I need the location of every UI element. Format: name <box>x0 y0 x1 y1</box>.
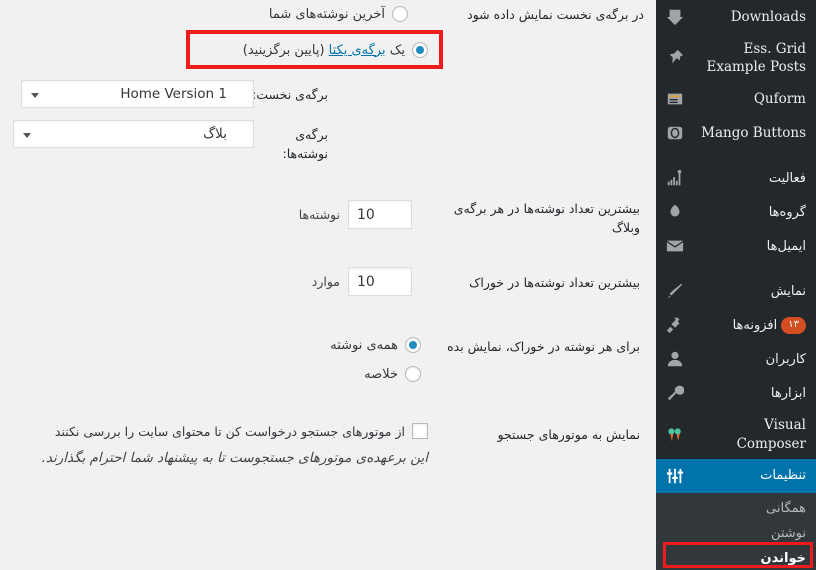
sidebar-item-activity[interactable]: فعالیت <box>656 161 816 195</box>
download-icon <box>664 6 686 28</box>
menu-separator <box>656 263 816 274</box>
posts-per-page-field-group: نوشته‌ها <box>299 200 412 229</box>
email-icon <box>664 235 686 257</box>
admin-menu-list: Downloads Ess. Grid Example Posts Quform Ma… <box>656 0 816 493</box>
groups-icon <box>664 201 686 223</box>
radio-static-page[interactable] <box>412 42 428 58</box>
sidebar-item-label: Visual Composer <box>736 417 806 452</box>
users-icon <box>664 348 686 370</box>
submenu-item-0[interactable]: همگانی <box>656 496 816 521</box>
screen-root: در برگه‌ی نخست نمایش داده شود آخرین نوشت… <box>0 0 816 570</box>
sidebar-item-label: ایمیل‌ها <box>766 238 806 254</box>
settings-form: در برگه‌ی نخست نمایش داده شود آخرین نوشت… <box>0 0 656 570</box>
feed-shows-option-full[interactable]: همه‌ی نوشته <box>330 337 421 353</box>
posts-per-rss-label: بیشترین تعداد نوشته‌ها در خوراک <box>469 275 640 290</box>
posts-page-select-label: برگه‌ی نوشته‌ها: <box>282 127 329 161</box>
submenu-item-2[interactable]: خواندن <box>656 546 816 570</box>
search-visibility-checkbox[interactable] <box>412 423 428 439</box>
radio-static-page-text-before: یک <box>385 42 405 58</box>
search-visibility-checkbox-label: از موتورهای جستجو درخواست کن تا محتوای س… <box>54 424 405 439</box>
sidebar-item-settings[interactable]: تنظیمات <box>656 458 816 493</box>
search-visibility-checkbox-row[interactable]: از موتورهای جستجو درخواست کن تا محتوای س… <box>55 423 428 441</box>
posts-per-rss-unit: موارد <box>311 274 340 289</box>
sidebar-item-label: تنظیمات <box>760 468 806 484</box>
front-page-select[interactable]: Home Version 1 <box>21 80 254 108</box>
appearance-icon <box>664 280 686 302</box>
posts-page-select[interactable]: بلاگ <box>13 120 254 148</box>
sidebar-item-button[interactable]: Mango Buttons <box>656 116 816 150</box>
form-icon <box>664 88 686 110</box>
posts-per-page-label: بیشترین تعداد نوشته‌ها در هر برگه‌ی وبلا… <box>453 201 640 235</box>
posts-per-rss-input[interactable] <box>348 267 412 296</box>
posts-per-rss-field-group: موارد <box>312 267 412 296</box>
feed-shows-label: برای هر نوشته در خوراک، نمایش بده <box>447 339 640 354</box>
front-page-label: در برگه‌ی نخست نمایش داده شود <box>467 7 644 22</box>
sidebar-item-label: افزونه‌ها <box>732 317 778 333</box>
sidebar-item-download[interactable]: Downloads <box>656 0 816 34</box>
posts-page-select-wrap: بلاگ <box>13 120 254 148</box>
radio-static-page-text-after: (پایین برگزینید) <box>242 42 329 58</box>
radio-latest-posts-label: آخرین نوشته‌های شما <box>268 6 385 22</box>
static-page-link[interactable]: برگه‌ی یکتا <box>329 43 386 58</box>
front-page-select-wrap: Home Version 1 <box>21 80 254 108</box>
sidebar-item-email[interactable]: ایمیل‌ها <box>656 229 816 263</box>
sidebar-item-label: نمایش <box>770 283 806 299</box>
plugins-icon <box>664 314 686 336</box>
radio-feed-full-text[interactable] <box>405 337 421 353</box>
search-visibility-note: این برعهده‌ی موتورهای جستجوست تا به پیشن… <box>41 450 428 466</box>
search-visibility-label: نمایش به موتورهای جستجو <box>497 427 640 442</box>
sidebar-item-label: Quform <box>753 91 806 108</box>
activity-icon <box>664 167 686 189</box>
sidebar-item-label: ابزارها <box>770 385 806 401</box>
sidebar-item-groups[interactable]: گروه‌ها <box>656 195 816 229</box>
tools-icon <box>664 382 686 404</box>
feed-shows-option-summary[interactable]: خلاصه <box>364 366 421 382</box>
sidebar-item-users[interactable]: کاربران <box>656 342 816 376</box>
sidebar-item-label: Downloads <box>730 8 806 25</box>
plugin-update-badge: ۱۳ <box>781 316 806 334</box>
sidebar-item-visual-composer[interactable]: Visual Composer <box>656 410 816 458</box>
settings-submenu: همگانی نوشتن خواندن <box>656 492 816 570</box>
posts-per-page-unit: نوشته‌ها <box>298 207 340 222</box>
settings-icon <box>664 465 686 487</box>
sidebar-item-plugins[interactable]: افزونه‌ها ۱۳ <box>656 308 816 342</box>
sidebar-item-label: Ess. Grid Example Posts <box>706 41 806 76</box>
sidebar-item-label: فعالیت <box>768 170 806 186</box>
radio-latest-posts[interactable] <box>392 6 408 22</box>
front-page-option-static[interactable]: یک برگه‌ی یکتا (پایین برگزینید) <box>243 42 428 58</box>
pin-icon <box>664 47 686 69</box>
sidebar-item-label: کاربران <box>765 351 806 367</box>
radio-feed-summary[interactable] <box>405 366 421 382</box>
sidebar-item-form[interactable]: Quform <box>656 82 816 116</box>
radio-feed-full-text-label: همه‌ی نوشته <box>330 337 398 353</box>
admin-sidebar: Downloads Ess. Grid Example Posts Quform Ma… <box>656 0 816 570</box>
button-icon <box>664 122 686 144</box>
visual-composer-icon <box>664 424 686 446</box>
posts-per-page-input[interactable] <box>348 200 412 229</box>
front-page-option-latest[interactable]: آخرین نوشته‌های شما <box>269 6 408 22</box>
sidebar-item-tools[interactable]: ابزارها <box>656 376 816 410</box>
radio-feed-summary-label: خلاصه <box>364 366 398 382</box>
menu-separator <box>656 150 816 161</box>
sidebar-item-appearance[interactable]: نمایش <box>656 274 816 308</box>
sidebar-item-label: Mango Buttons <box>701 125 806 142</box>
front-page-select-label: برگه‌ی نخست: <box>252 87 328 102</box>
sidebar-item-label: گروه‌ها <box>768 204 806 220</box>
submenu-item-1[interactable]: نوشتن <box>656 521 816 546</box>
sidebar-item-pin[interactable]: Ess. Grid Example Posts <box>656 34 816 82</box>
